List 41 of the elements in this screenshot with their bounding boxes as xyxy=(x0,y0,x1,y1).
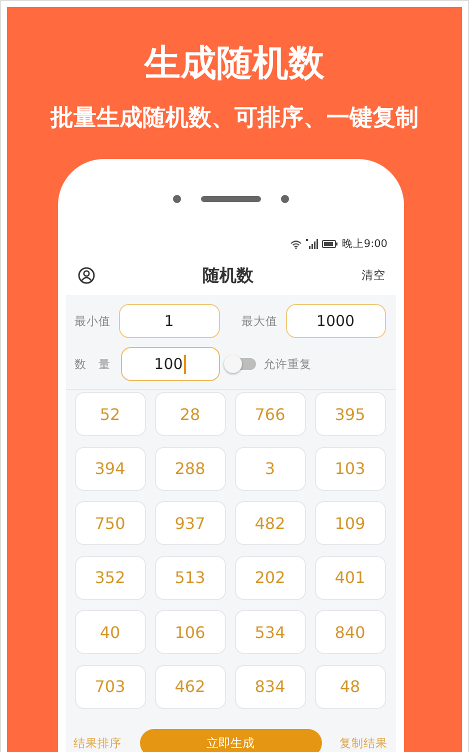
number-cell: 52 xyxy=(74,392,146,436)
battery-icon xyxy=(322,240,338,248)
number-cell: 3 xyxy=(234,446,306,491)
number-cell: 937 xyxy=(154,501,226,546)
number-cell: 766 xyxy=(234,392,306,436)
number-cell: 103 xyxy=(314,446,386,491)
toggle-label: 允许重复 xyxy=(264,356,312,372)
wifi-icon xyxy=(290,240,302,248)
number-cell: 840 xyxy=(314,610,386,654)
screen-title: 随机数 xyxy=(202,264,254,286)
number-cell: 703 xyxy=(74,664,146,709)
number-cell: 462 xyxy=(154,664,226,709)
number-cell: 750 xyxy=(74,501,146,546)
number-cell: 106 xyxy=(154,610,226,654)
input-field[interactable]: 1 xyxy=(118,304,220,338)
number-cell: 48 xyxy=(314,664,386,709)
number-cell: 109 xyxy=(314,501,386,546)
number-cell: 40 xyxy=(74,610,146,654)
repeat-toggle[interactable] xyxy=(226,358,256,370)
input-field[interactable]: 100 xyxy=(120,347,220,381)
number-cell: 202 xyxy=(234,556,306,600)
promo-title: 生成随机数 xyxy=(144,42,324,86)
field-label: 数 量 xyxy=(74,356,112,372)
status-time: 晚上9:00 xyxy=(342,237,388,251)
number-cell: 395 xyxy=(314,392,386,436)
number-cell: 534 xyxy=(234,610,306,654)
input-field[interactable]: 1000 xyxy=(286,304,386,338)
clear-button[interactable]: 清空 xyxy=(362,268,386,282)
number-cell: 352 xyxy=(74,556,146,600)
number-cell: 482 xyxy=(234,501,306,546)
number-cell: 513 xyxy=(154,556,226,600)
number-cell: 28 xyxy=(154,392,226,436)
field-label: 最大值 xyxy=(242,314,278,328)
number-cell: 288 xyxy=(154,446,226,491)
signal-icon xyxy=(306,239,318,249)
number-cell: 401 xyxy=(314,556,386,600)
number-cell: 834 xyxy=(234,664,306,709)
user-icon[interactable] xyxy=(78,266,94,284)
field-label: 最小值 xyxy=(74,314,112,328)
number-cell: 394 xyxy=(74,446,146,491)
promo-subtitle: 批量生成随机数、可排序、一键复制 xyxy=(50,104,418,133)
